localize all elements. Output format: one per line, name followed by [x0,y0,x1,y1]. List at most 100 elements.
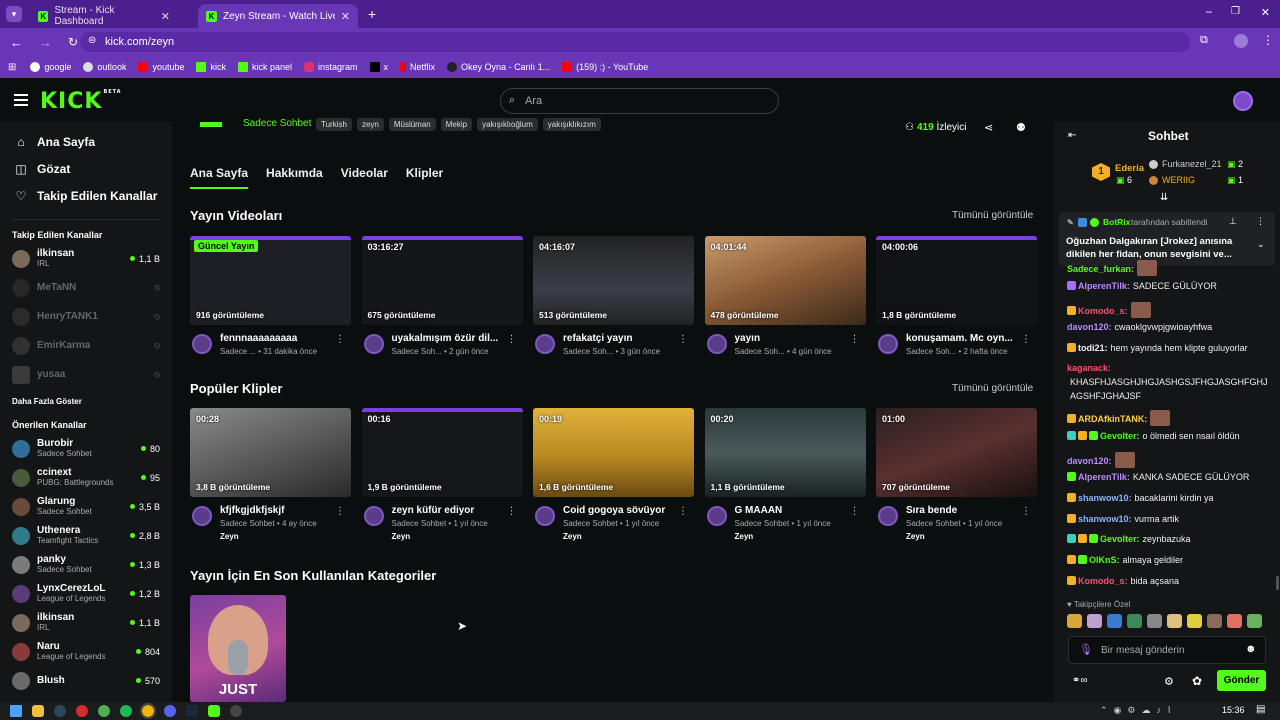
thumbnail[interactable]: Güncel Yayın 916 görüntüleme [190,236,351,325]
clip-author[interactable]: Zeyn [735,532,754,541]
clips-see-all-link[interactable]: Tümünü görüntüle [952,383,1033,394]
video-card[interactable]: 04:01:44 478 görüntüleme yayın Sadece Soh..… [704,236,866,356]
video-card[interactable]: 04:00:06 1,8 B görüntüleme konuşamam. Mc o… [876,236,1037,356]
thumbnail[interactable]: 03:16:27 675 görüntüleme [361,236,523,325]
more-options-icon[interactable]: ⋮ [678,334,688,345]
chat-username[interactable]: Komodo_s: [1078,576,1128,586]
recommended-channel[interactable]: Naru League of Legends 804 [0,637,172,666]
recommended-channel[interactable]: ilkinsan IRL 1,1 B [0,608,172,637]
extensions-icon[interactable]: ⧉ [1200,34,1208,47]
tag-chip[interactable]: zeyn [356,118,384,131]
channel-avatar[interactable] [535,334,555,354]
tab-about[interactable]: Hakkımda [266,166,323,189]
more-options-icon[interactable]: ⋮ [1256,216,1265,227]
video-card[interactable]: Güncel Yayın 916 görüntüleme fennnaaaaaaaa… [190,236,351,356]
bookmark-youtube[interactable]: youtube [138,62,184,72]
emote-icon[interactable] [1107,614,1122,628]
bookmark-netflix[interactable]: Netflix [400,62,435,72]
chat-username[interactable]: AlperenTilk: [1078,281,1130,291]
recommended-channel[interactable]: Burobir Sadece Sohbet 80 [0,434,172,463]
chrome-icon[interactable] [98,705,110,717]
clip-card[interactable]: 00:19 1,6 B görüntüleme Coid gogoya sövüyo… [533,408,694,541]
microphone-icon[interactable]: 🎙︎ [1079,643,1093,656]
channel-avatar[interactable] [535,506,555,526]
clip-author[interactable]: Zeyn [220,532,239,541]
emote-icon[interactable] [1147,614,1162,628]
thumbnail[interactable]: 04:16:07 513 görüntüleme [533,236,694,325]
video-card[interactable]: 04:16:07 513 görüntüleme refakatçi yayın Sa… [533,236,694,356]
card-title[interactable]: refakatçi yayın [563,333,681,344]
emote-icon[interactable] [1127,614,1142,628]
collapse-chat-icon[interactable]: ⇤ [1068,130,1076,141]
recommended-channel[interactable]: LynxCerezLoL League of Legends 1,2 B [0,579,172,608]
chevron-down-icon[interactable]: ⌄ [1257,239,1265,250]
clip-card[interactable]: 01:00 707 görüntüleme Sıra bende Sadece Soh… [876,408,1037,541]
card-title[interactable]: konuşamam. Mc oyn... [906,333,1024,344]
browser-tab-zeyn[interactable]: K Zeyn Stream - Watch Live on Kick ✕ [198,4,358,28]
following-channel-henrytank1[interactable]: HenryTANK1 ⦸ [0,302,172,331]
kick-points-icon[interactable]: ✿ [1192,674,1202,688]
bookmark-youtube-2[interactable]: (159) :) - YouTube [562,62,648,72]
steam-icon[interactable] [54,705,66,717]
chat-input[interactable]: 🎙︎ Bir mesaj gönderin ☻ [1068,636,1266,664]
back-icon[interactable]: ← [10,35,23,50]
chat-username[interactable]: Gevolter: [1100,431,1140,441]
bookmark-x[interactable]: x [369,62,388,72]
chrome-active-icon[interactable] [140,703,156,719]
follow-user-icon[interactable]: ⚉ [1016,121,1026,134]
more-options-icon[interactable]: ⋮ [678,506,688,517]
opera-icon[interactable] [76,705,88,717]
chat-username[interactable]: shanwow10: [1078,493,1132,503]
send-button[interactable]: Gönder [1217,670,1266,691]
chat-username[interactable]: davon120: [1067,456,1112,466]
sidebar-item-following[interactable]: ♡ Takip Edilen Kanallar [0,182,172,209]
chat-username[interactable]: todi21: [1078,343,1108,353]
user-avatar[interactable] [1233,91,1253,111]
emoji-icon[interactable]: ☻ [1245,643,1257,655]
chat-username[interactable]: kaganack: [1067,363,1111,373]
card-title[interactable]: fennnaaaaaaaaa [220,333,338,344]
close-icon[interactable]: ✕ [161,10,170,23]
thumbnail[interactable]: 04:01:44 478 görüntüleme [704,236,866,325]
community-icon[interactable]: ⚭∞ [1072,675,1088,686]
tab-search-icon[interactable]: ▾ [6,6,22,22]
thumbnail[interactable]: 01:00 707 görüntüleme [876,408,1037,497]
channel-avatar[interactable] [192,506,212,526]
new-tab-icon[interactable]: + [368,6,376,22]
clip-card[interactable]: 00:20 1,1 B görüntüleme G MAAAN Sadece Sohb… [704,408,866,541]
sidebar-item-browse[interactable]: ◫ Gözat [0,155,172,182]
tag-chip[interactable]: yakışıklıoğlum [477,118,538,131]
bookmark-instagram[interactable]: instagram [304,62,358,72]
window-close-icon[interactable]: ✕ [1261,6,1270,19]
thumbnail[interactable]: 00:20 1,1 B görüntüleme [704,408,866,497]
emote-icon[interactable] [1207,614,1222,628]
address-bar[interactable]: ⊜ kick.com/zeyn [80,32,1190,52]
emote-icon[interactable] [1067,614,1082,628]
channel-avatar[interactable] [706,506,727,526]
tag-chip[interactable]: Turkish [316,118,352,131]
chat-username[interactable]: ARDAfkinTANK: [1078,414,1147,424]
channel-avatar[interactable] [363,334,384,354]
card-title[interactable]: kfjfkgjdkfjskjf [220,505,338,516]
bookmark-google[interactable]: google [30,62,71,72]
more-options-icon[interactable]: ⋮ [1021,506,1031,517]
kick-logo[interactable]: KICKBETA [40,89,122,114]
show-more-link[interactable]: Daha Fazla Göster [0,397,172,406]
minimize-icon[interactable]: – [1206,6,1212,18]
reload-icon[interactable]: ↻ [68,35,78,49]
channel-avatar[interactable] [363,506,384,526]
emote-icon[interactable] [1227,614,1242,628]
recommended-channel[interactable]: ccinext PUBG: Battlegrounds 95 [0,463,172,492]
card-title[interactable]: zeyn küfür ediyor [392,505,510,516]
browser-tab-dashboard[interactable]: K Stream - Kick Dashboard ✕ [30,4,178,28]
following-channel-emirkarma[interactable]: EmirKarma ⦸ [0,331,172,360]
spotify-icon[interactable] [120,705,132,717]
chat-username[interactable]: Gevolter: [1100,534,1140,544]
more-options-icon[interactable]: ⋮ [850,334,860,345]
bookmark-okey[interactable]: Okey Oyna - Canlı 1... [447,62,550,72]
following-channel-metann[interactable]: MeTaNN ⦸ [0,273,172,302]
chat-username[interactable]: AlperenTilk: [1078,472,1130,482]
channel-avatar[interactable] [706,334,727,354]
card-title[interactable]: Sıra bende [906,505,1024,516]
thumbnail[interactable]: 04:00:06 1,8 B görüntüleme [876,236,1037,325]
